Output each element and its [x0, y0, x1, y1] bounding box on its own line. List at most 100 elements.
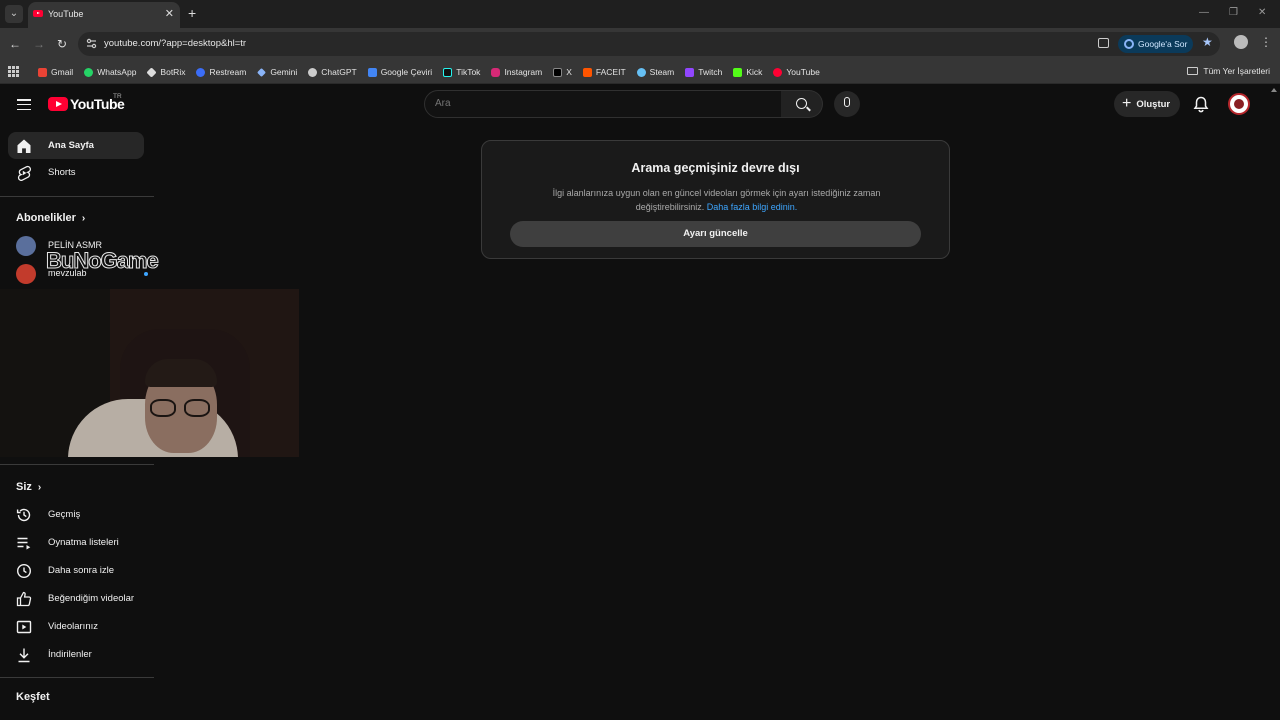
tab-title: YouTube [48, 9, 84, 19]
tiktok-icon [443, 67, 453, 77]
sidebar-item-playlists[interactable]: Oynatma listeleri [8, 529, 144, 556]
x-icon [553, 67, 563, 77]
bookmarks-bar: Gmail WhatsApp BotRix Restream Gemini Ch… [0, 60, 1280, 84]
youtube-favicon-icon [33, 10, 43, 17]
voice-search-button[interactable] [834, 91, 860, 117]
channel-avatar [16, 236, 36, 256]
all-bookmarks-button[interactable]: Tüm Yer İşaretleri [1187, 66, 1270, 76]
search-input[interactable] [435, 98, 765, 109]
webcam-overlay [0, 289, 299, 457]
youtube-logo-icon [48, 97, 68, 111]
card-description: İlgi alanlarınıza uygun olan en güncel v… [552, 188, 881, 212]
sidebar-item-shorts[interactable]: Shorts [8, 159, 144, 186]
sidebar-item-home[interactable]: Ana Sayfa [8, 132, 144, 159]
address-bar[interactable]: youtube.com/?app=desktop&hl=tr Google'a … [78, 32, 1220, 56]
forward-arrow-icon[interactable]: → [33, 37, 45, 51]
microphone-icon [844, 97, 850, 107]
bookmark-gemini[interactable]: Gemini [257, 67, 297, 77]
search-history-off-card: Arama geçmişiniz devre dışı İlgi alanlar… [481, 140, 950, 259]
sidebar-item-history[interactable]: Geçmiş [8, 501, 144, 528]
account-avatar[interactable] [1228, 93, 1250, 115]
bookmark-instagram[interactable]: Instagram [491, 67, 542, 77]
site-info-icon[interactable] [86, 38, 97, 49]
notifications-bell-icon[interactable] [1193, 96, 1209, 113]
explore-header: Keşfet [16, 691, 50, 703]
bookmark-faceit[interactable]: FACEIT [582, 67, 626, 77]
instagram-icon [491, 67, 501, 77]
close-tab-icon[interactable]: ✕ [165, 7, 174, 20]
browser-profile-icon[interactable] [1234, 35, 1248, 49]
bookmark-twitch[interactable]: Twitch [685, 67, 722, 77]
browser-menu-icon[interactable]: ⋮ [1260, 35, 1272, 49]
country-code: TR [113, 93, 122, 100]
sidebar-divider [0, 196, 154, 197]
bookmark-restream[interactable]: Restream [196, 67, 246, 77]
subscriptions-header[interactable]: Abonelikler › [16, 212, 85, 224]
hamburger-menu-icon[interactable] [17, 99, 31, 111]
sidebar-item-watch-later[interactable]: Daha sonra izle [8, 557, 144, 584]
gmail-icon [38, 67, 47, 77]
whatsapp-icon [84, 67, 94, 77]
folder-icon [1187, 67, 1199, 75]
bookmark-whatsapp[interactable]: WhatsApp [84, 67, 136, 77]
sidebar-divider [0, 464, 154, 465]
new-tab-button[interactable]: + [188, 5, 196, 21]
chevron-right-icon: › [81, 212, 86, 224]
clock-icon [16, 563, 32, 579]
playlists-icon [17, 537, 31, 550]
youtube-page: YouTube TR + Oluştur Ana Sayfa Shorts Ab… [0, 84, 1280, 720]
minimize-icon[interactable]: — [1199, 7, 1209, 18]
home-icon [17, 139, 31, 153]
create-button[interactable]: + Oluştur [1114, 91, 1181, 117]
sidebar-item-your-videos[interactable]: Videolarınız [8, 613, 144, 640]
google-translate-icon [367, 67, 377, 77]
sidebar-item-downloads[interactable]: İndirilenler [8, 641, 144, 668]
youtube-icon [773, 67, 783, 77]
learn-more-link[interactable]: Daha fazla bilgi edinin. [707, 202, 798, 212]
chatgpt-icon [308, 67, 318, 77]
back-arrow-icon[interactable]: ← [9, 37, 21, 51]
update-setting-button[interactable]: Ayarı güncelle [510, 221, 921, 247]
plus-icon: + [1122, 95, 1132, 112]
bookmark-x[interactable]: X [553, 67, 572, 77]
url-text[interactable]: youtube.com/?app=desktop&hl=tr [104, 38, 246, 49]
bookmark-kick[interactable]: Kick [733, 67, 762, 77]
bookmark-tiktok[interactable]: TikTok [443, 67, 480, 77]
you-header[interactable]: Siz › [16, 481, 41, 493]
kick-icon [733, 67, 743, 77]
search-icon [796, 98, 807, 109]
sidebar-divider [0, 677, 154, 678]
tab-search-button[interactable]: ⌄ [5, 5, 23, 23]
card-title: Arama geçmişiniz devre dışı [631, 161, 800, 175]
browser-toolbar: ← → ↻ youtube.com/?app=desktop&hl=tr Goo… [0, 28, 1280, 60]
bookmark-google-ceviri[interactable]: Google Çeviri [367, 67, 432, 77]
faceit-icon [582, 67, 592, 77]
twitch-icon [685, 67, 695, 77]
stream-overlay-logo: BuNoGame [46, 248, 160, 274]
bookmark-gmail[interactable]: Gmail [38, 67, 73, 77]
thumbs-up-icon [16, 591, 32, 607]
tab-youtube[interactable]: YouTube ✕ [28, 2, 180, 28]
close-window-icon[interactable]: ✕ [1258, 7, 1266, 18]
restore-icon[interactable]: ❐ [1229, 7, 1238, 18]
install-app-icon[interactable] [1098, 38, 1109, 48]
download-icon [18, 648, 30, 663]
apps-grid-icon[interactable] [8, 66, 19, 77]
ask-google-label: Google'a Sor [1138, 39, 1188, 49]
bookmark-chatgpt[interactable]: ChatGPT [308, 67, 357, 77]
bookmark-botrix[interactable]: BotRix [146, 66, 185, 78]
sidebar-item-liked-videos[interactable]: Beğendiğim videolar [8, 585, 144, 612]
bookmark-steam[interactable]: Steam [636, 67, 674, 77]
chevron-right-icon: › [37, 481, 42, 493]
search-button[interactable] [781, 90, 823, 118]
ask-google-button[interactable]: Google'a Sor [1118, 35, 1194, 53]
bookmark-star-icon[interactable]: ★ [1202, 35, 1213, 49]
reload-icon[interactable]: ↻ [57, 37, 67, 51]
channel-avatar [16, 264, 36, 284]
bookmark-youtube[interactable]: YouTube [773, 67, 820, 77]
video-icon [16, 620, 32, 634]
steam-icon [636, 67, 646, 77]
scroll-up-arrow-icon[interactable] [1271, 88, 1277, 92]
search-box[interactable] [424, 90, 782, 118]
browser-tab-strip: ⌄ YouTube ✕ + — ❐ ✕ [0, 0, 1280, 28]
